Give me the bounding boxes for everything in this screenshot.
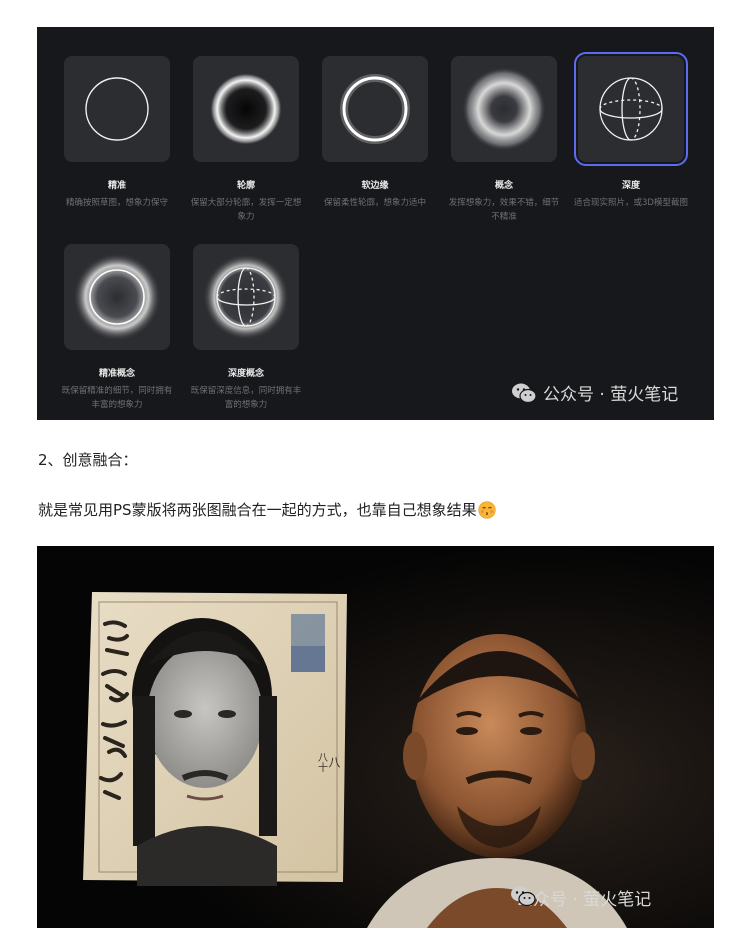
- document-number-label-2: 八: [327, 756, 341, 768]
- photo-watermark: 公众号 · 萤火笔记: [510, 885, 651, 910]
- option-concept-card[interactable]: [451, 56, 557, 162]
- style-options-panel: 精准 精确按照草图，想象力保守 轮廓 保留大部分轮廓，发挥一定想象力 软边缘 保…: [37, 27, 714, 420]
- soft-ring-icon: [340, 74, 410, 144]
- option-precise-concept-title: 精准概念: [98, 369, 135, 379]
- option-depth-card[interactable]: [574, 52, 688, 166]
- panel-watermark: 公众号 · 萤火笔记: [511, 380, 678, 405]
- option-depth-title: 深度: [621, 181, 640, 191]
- option-depth-concept-title: 深度概念: [227, 369, 264, 379]
- option-precise-concept-desc: 既保留精准的细节，同时拥有丰富的想象力: [61, 386, 173, 410]
- option-concept-title: 概念: [494, 181, 513, 191]
- panel-watermark-text: 公众号 · 萤火笔记: [543, 385, 679, 405]
- document-number-label: 八十: [316, 752, 328, 773]
- glow-ring-icon: [210, 73, 282, 145]
- option-soft-edge-card[interactable]: [322, 56, 428, 162]
- blur-ring-icon: [462, 67, 546, 151]
- option-depth-concept-desc: 既保留深度信息，同时拥有丰富的想象力: [190, 386, 302, 410]
- thin-ring-icon: [85, 77, 149, 141]
- wechat-icon: [511, 382, 537, 404]
- photo-watermark-text: 公众号 · 萤火笔记: [516, 890, 652, 910]
- option-depth-concept-card[interactable]: [193, 244, 299, 350]
- ring-halo-icon: [73, 253, 161, 341]
- option-soft-edge-title: 软边缘: [361, 181, 389, 191]
- option-contour-desc: 保留大部分轮廓，发挥一定想象力: [190, 198, 302, 222]
- section-body: 就是常见用PS蒙版将两张图融合在一起的方式，也靠自己想象结果: [38, 499, 496, 520]
- fusion-example-photo: 八十 八 公众号 · 萤火笔记: [37, 546, 714, 928]
- option-contour-title: 轮廓: [236, 181, 255, 191]
- option-precise-title: 精准: [107, 181, 126, 191]
- option-concept-desc: 发挥想象力，效果不错，细节不精准: [448, 198, 560, 222]
- option-soft-edge-desc: 保留柔性轮廓，想象力适中: [323, 198, 426, 208]
- option-precise-concept-card[interactable]: [64, 244, 170, 350]
- option-contour-card[interactable]: [193, 56, 299, 162]
- option-precise-desc: 精确按照草图，想象力保守: [65, 198, 168, 208]
- sphere-icon: [599, 77, 663, 141]
- option-depth-desc: 适合现实照片，或3D模型截图: [574, 198, 688, 208]
- section-body-text: 就是常见用PS蒙版将两张图融合在一起的方式，也靠自己想象结果: [38, 501, 477, 519]
- fusion-photo-illustration: 八十 八: [37, 546, 714, 928]
- section-heading: 2、创意融合：: [38, 451, 138, 469]
- option-precise-card[interactable]: [64, 56, 170, 162]
- kiss-emoji-icon: [477, 500, 496, 519]
- glow-sphere-icon: [203, 254, 289, 340]
